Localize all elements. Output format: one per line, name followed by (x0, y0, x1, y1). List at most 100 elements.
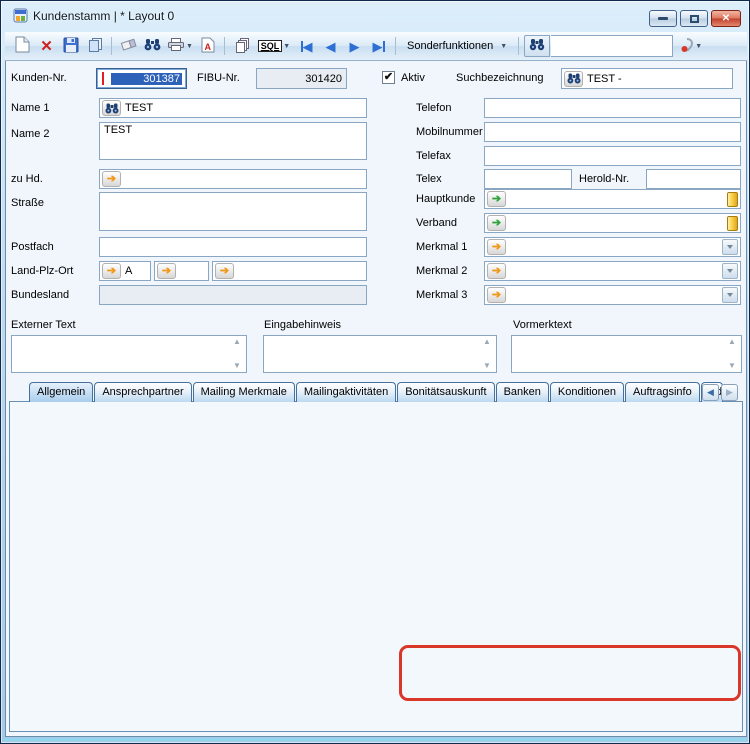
land-plz-ort-label: Land-Plz-Ort (11, 265, 73, 277)
telex-field[interactable] (484, 169, 572, 189)
tab-scroll-right-button[interactable]: ▶ (721, 384, 738, 401)
delete-x-icon: ✕ (40, 39, 53, 54)
bundesland-field (99, 285, 367, 305)
green-arrow-lookup-icon[interactable]: ➔ (487, 215, 506, 231)
document-a-icon: A (201, 37, 215, 56)
duplicate-button[interactable] (230, 35, 253, 57)
save-button[interactable] (59, 35, 82, 57)
tab-banken[interactable]: Banken (496, 382, 549, 402)
notes-book-icon[interactable] (727, 216, 738, 231)
bundesland-label: Bundesland (11, 289, 69, 301)
notes-book-icon[interactable] (727, 192, 738, 207)
maximize-button[interactable] (680, 10, 708, 27)
scroll-up-icon[interactable]: ▲ (728, 338, 736, 346)
tab-auftragsinfo[interactable]: Auftragsinfo (625, 382, 700, 402)
toolbar-separator (518, 37, 519, 55)
scroll-arrows[interactable]: ▲▼ (725, 338, 739, 370)
nav-first-button[interactable]: ◀ (295, 35, 318, 57)
mobilnummer-field[interactable] (484, 122, 741, 142)
orange-arrow-lookup-icon[interactable]: ➔ (487, 287, 506, 303)
close-button[interactable]: ✕ (711, 10, 741, 27)
tab-mailing-merkmale[interactable]: Mailing Merkmale (193, 382, 295, 402)
last-record-icon: ▶ (373, 40, 385, 53)
land-field[interactable]: ➔A (99, 261, 151, 281)
merkmal2-field[interactable]: ➔ (484, 261, 741, 281)
tab-mailingaktivitaeten[interactable]: Mailingaktivitäten (296, 382, 396, 402)
strasse-textarea[interactable] (99, 192, 367, 231)
verband-field[interactable]: ➔ (484, 213, 741, 233)
orange-arrow-lookup-icon[interactable]: ➔ (157, 263, 176, 279)
titlebar[interactable]: Kundenstamm | * Layout 0 ✕ (1, 1, 749, 31)
name2-textarea[interactable]: TEST (99, 122, 367, 160)
vormerktext-label: Vormerktext (513, 319, 572, 331)
suchbezeichnung-field[interactable]: TEST - (561, 68, 733, 89)
plz-field[interactable]: ➔ (154, 261, 209, 281)
orange-arrow-lookup-icon[interactable]: ➔ (102, 171, 121, 187)
dropdown-arrow-icon[interactable] (722, 263, 738, 279)
nav-previous-button[interactable]: ◀ (319, 35, 342, 57)
telex-label: Telex (416, 173, 442, 185)
fibu-nr-label: FIBU-Nr. (197, 72, 240, 84)
orange-arrow-lookup-icon[interactable]: ➔ (487, 239, 506, 255)
sonderfunktionen-dropdown[interactable]: Sonderfunktionen▼ (401, 38, 513, 54)
print-button[interactable]: ▼ (165, 35, 195, 57)
tab-konditionen[interactable]: Konditionen (550, 382, 624, 402)
tab-bonitaetsauskunft[interactable]: Bonitätsauskunft (397, 382, 494, 402)
binoculars-lookup-icon[interactable] (102, 100, 121, 116)
tab-scroll-left-button[interactable]: ◀ (702, 384, 719, 401)
clear-button[interactable] (117, 35, 140, 57)
aktiv-checkbox[interactable]: ✔ (382, 71, 395, 84)
scroll-up-icon[interactable]: ▲ (483, 338, 491, 346)
postfach-field[interactable] (99, 237, 367, 257)
ort-field[interactable]: ➔ (212, 261, 367, 281)
first-record-icon: ◀ (301, 40, 313, 53)
binoculars-lookup-icon[interactable] (564, 71, 583, 87)
tab-ansprechpartner[interactable]: Ansprechpartner (94, 382, 191, 402)
nav-last-button[interactable]: ▶ (367, 35, 390, 57)
name1-field[interactable]: TEST (99, 98, 367, 118)
externer-text-textarea[interactable] (11, 335, 247, 373)
app-icon[interactable] (13, 8, 28, 26)
kunden-nr-field[interactable]: 301387 (96, 68, 187, 89)
vormerktext-textarea[interactable] (511, 335, 742, 373)
scroll-down-icon[interactable]: ▼ (233, 362, 241, 370)
hauptkunde-field[interactable]: ➔ (484, 189, 741, 209)
sql-icon: SQL (258, 40, 283, 52)
tab-allgemein[interactable]: Allgemein (29, 382, 93, 402)
kunden-nr-label: Kunden-Nr. (11, 72, 67, 84)
telefax-field[interactable] (484, 146, 741, 166)
eingabehinweis-textarea[interactable] (263, 335, 497, 373)
new-record-button[interactable] (11, 35, 34, 57)
sql-button[interactable]: SQL▼ (254, 35, 294, 57)
print-dropdown-icon[interactable]: ▼ (186, 43, 193, 50)
quick-search-input[interactable] (551, 35, 673, 57)
quick-search-button[interactable] (524, 35, 550, 57)
preview-button[interactable]: A (196, 35, 219, 57)
telefon-field[interactable] (484, 98, 741, 118)
orange-arrow-lookup-icon[interactable]: ➔ (487, 263, 506, 279)
nav-next-button[interactable]: ▶ (343, 35, 366, 57)
merkmal1-field[interactable]: ➔ (484, 237, 741, 257)
externer-text-label: Externer Text (11, 319, 76, 331)
copy-record-button[interactable] (83, 35, 106, 57)
scroll-down-icon[interactable]: ▼ (728, 362, 736, 370)
dropdown-arrow-icon[interactable] (722, 287, 738, 303)
delete-record-button[interactable]: ✕ (35, 35, 58, 57)
sql-dropdown-icon[interactable]: ▼ (283, 43, 290, 50)
dropdown-arrow-icon[interactable] (722, 239, 738, 255)
scroll-arrows[interactable]: ▲▼ (230, 338, 244, 370)
scroll-up-icon[interactable]: ▲ (233, 338, 241, 346)
link-pin-button[interactable]: ▼ (674, 35, 708, 57)
checkmark-icon: ✔ (384, 72, 393, 83)
scroll-arrows[interactable]: ▲▼ (480, 338, 494, 370)
orange-arrow-lookup-icon[interactable]: ➔ (215, 263, 234, 279)
minimize-button[interactable] (649, 10, 677, 27)
orange-arrow-lookup-icon[interactable]: ➔ (102, 263, 121, 279)
zu-hd-field[interactable]: ➔ (99, 169, 367, 189)
merkmal3-field[interactable]: ➔ (484, 285, 741, 305)
green-arrow-lookup-icon[interactable]: ➔ (487, 191, 506, 207)
toolbar-separator (111, 37, 112, 55)
scroll-down-icon[interactable]: ▼ (483, 362, 491, 370)
herold-nr-field[interactable] (646, 169, 741, 189)
search-button[interactable] (141, 35, 164, 57)
